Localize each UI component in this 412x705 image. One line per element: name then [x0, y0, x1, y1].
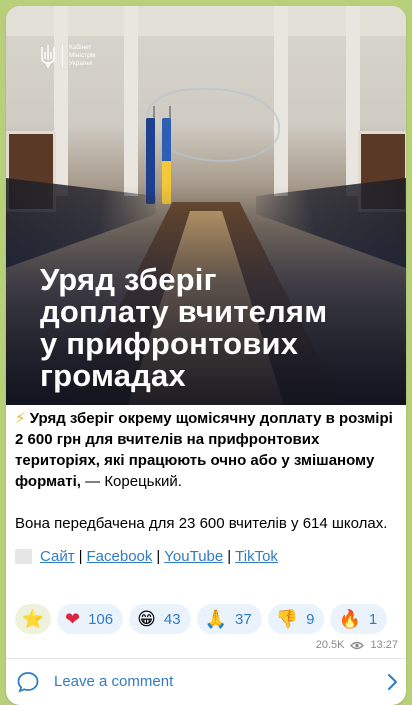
reaction-count: 37 [235, 610, 252, 628]
eye-icon [350, 641, 365, 649]
tv-icon [15, 549, 32, 564]
post-paragraph: Вона передбачена для 23 600 вчителів у 6… [15, 515, 388, 532]
trident-icon [41, 45, 55, 68]
lightning-icon: ⚡ [15, 410, 26, 427]
logo-text: Кабінет Міністрів України [69, 44, 96, 68]
social-links: Сайт | Facebook | YouTube | TikTok [15, 546, 397, 567]
headline-line: у прифронтових [40, 326, 299, 361]
thumbs-down-icon: 👎 [275, 609, 299, 629]
post-attribution: — Корецький. [80, 473, 182, 490]
reaction-thumbs-down[interactable]: 👎 9 [267, 604, 325, 634]
logo-line: Міністрів [69, 52, 96, 59]
leave-comment-button[interactable]: Leave a comment [6, 659, 406, 705]
post-image[interactable]: Кабінет Міністрів України Уряд зберіг до… [6, 6, 406, 405]
reaction-heart[interactable]: ❤ 106 [57, 604, 124, 634]
post-paragraph: ⚡ Уряд зберіг окрему щомісячну доплату в… [15, 408, 397, 492]
comment-bubble-icon [17, 672, 39, 693]
cabinet-logo: Кабінет Міністрів України [40, 44, 96, 68]
reaction-count: 1 [368, 610, 378, 628]
reaction-grin[interactable]: 😁 43 [129, 604, 191, 634]
headline-line: доплату вчителям [40, 294, 328, 329]
logo-separator [62, 45, 63, 67]
reactions-row: ⭐ ❤ 106 😁 43 🙏 37 👎 9 🔥 1 [15, 604, 388, 634]
link-facebook[interactable]: Facebook [87, 546, 153, 567]
image-headline: Уряд зберіг доплату вчителям у прифронто… [40, 264, 400, 392]
link-separator: | [227, 548, 232, 565]
post-time: 13:27 [370, 639, 398, 651]
leave-comment-label: Leave a comment [54, 673, 174, 690]
pray-icon: 🙏 [204, 609, 227, 629]
link-site[interactable]: Сайт [40, 546, 75, 567]
logo-line: Кабінет [69, 44, 92, 51]
view-count: 20.5K [315, 639, 345, 651]
headline-line: громадах [40, 358, 186, 393]
logo-line: України [69, 60, 92, 67]
link-tiktok[interactable]: TikTok [235, 546, 278, 567]
channel-post: Кабінет Міністрів України Уряд зберіг до… [6, 6, 406, 705]
fire-icon: 🔥 [338, 609, 361, 629]
reaction-count: 43 [163, 610, 181, 628]
link-youtube[interactable]: YouTube [164, 546, 223, 567]
star-icon: ⭐ [21, 609, 45, 629]
reaction-count: 9 [306, 610, 315, 628]
headline-line: Уряд зберіг [40, 262, 217, 297]
link-separator: | [78, 548, 83, 565]
reaction-star[interactable]: ⭐ [15, 604, 51, 634]
post-meta: 20.5K 13:27 [316, 639, 398, 651]
reaction-fire[interactable]: 🔥 1 [330, 604, 388, 634]
reaction-count: 106 [88, 610, 114, 628]
post-text: ⚡ Уряд зберіг окрему щомісячну доплату в… [15, 408, 397, 567]
grin-icon: 😁 [137, 609, 156, 629]
heart-icon: ❤ [65, 609, 81, 629]
post-bold-text: Уряд зберіг окрему щомісячну доплату в р… [15, 410, 393, 490]
link-separator: | [156, 548, 161, 565]
reaction-pray[interactable]: 🙏 37 [196, 604, 262, 634]
chevron-right-icon [388, 674, 397, 690]
